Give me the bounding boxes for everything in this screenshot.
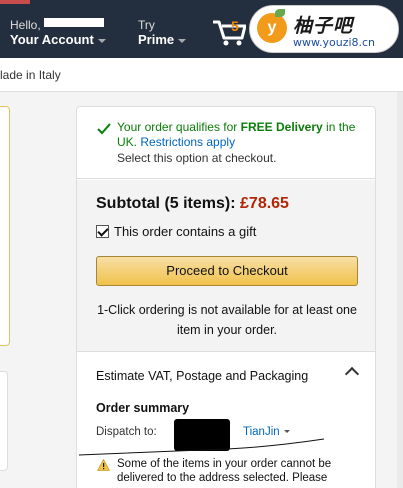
leaf-icon (275, 9, 285, 17)
prime-label: Prime (138, 32, 175, 47)
estimate-vat-toggle[interactable]: Estimate VAT, Postage and Packaging (77, 353, 375, 395)
pen-scribble (78, 438, 325, 456)
chevron-up-icon[interactable] (344, 366, 360, 382)
cart-icon[interactable] (212, 16, 246, 46)
cart-items-panel (0, 106, 10, 346)
gift-label: This order contains a gift (114, 224, 257, 239)
warning-icon (97, 459, 110, 471)
caret-down-icon (97, 38, 106, 43)
delivery-message: Your order qualifies for FREE Delivery i… (117, 120, 367, 150)
restrictions-link[interactable]: Restrictions apply (140, 135, 235, 149)
cart-count: 5 (231, 18, 239, 34)
order-summary-title: Order summary (96, 401, 190, 415)
prime-menu[interactable]: Try Prime (138, 18, 187, 48)
account-label: Your Account (10, 32, 94, 47)
top-header: Hello, Your Account Try Prime 5 B y 柚子吧 … (0, 0, 403, 58)
watermark-url: www.youzi8.cn (293, 36, 376, 49)
gift-checkbox[interactable] (96, 225, 109, 238)
check-icon (97, 123, 111, 135)
prime-small-label: Try (138, 18, 155, 32)
proceed-to-checkout-button[interactable]: Proceed to Checkout (96, 256, 358, 286)
free-delivery-notice: Your order qualifies for FREE Delivery i… (77, 107, 375, 179)
delivery-warning: Some of the items in your order cannot b… (117, 458, 332, 484)
redacted-name (44, 18, 104, 27)
delivery-prefix: Your order qualifies for (117, 120, 241, 134)
subtotal-section: Subtotal (5 items): £78.65 This order co… (77, 180, 375, 352)
subtotal-price: £78.65 (240, 195, 289, 212)
scrollbar[interactable] (397, 92, 403, 488)
watermark-logo: y (257, 13, 287, 43)
caret-down-icon (178, 38, 187, 43)
gift-option[interactable]: This order contains a gift (96, 224, 256, 239)
watermark-title: 柚子吧 (293, 15, 354, 37)
flag-strip (0, 0, 30, 4)
subtotal-label: Subtotal (5 items): (96, 195, 236, 212)
delivery-note: Select this option at checkout. (117, 151, 277, 165)
subbar-text: lade in Italy (0, 68, 61, 82)
product-subbar: lade in Italy (0, 58, 403, 92)
delivery-bold: FREE Delivery (240, 120, 323, 134)
secondary-panel (0, 371, 8, 471)
checkout-card: Your order qualifies for FREE Delivery i… (76, 106, 376, 488)
subtotal-line: Subtotal (5 items): £78.65 (96, 195, 289, 213)
oneclick-notice: 1-Click ordering is not available for at… (97, 303, 357, 337)
estimate-label: Estimate VAT, Postage and Packaging (96, 369, 309, 383)
watermark: y 柚子吧 www.youzi8.cn (249, 5, 399, 53)
